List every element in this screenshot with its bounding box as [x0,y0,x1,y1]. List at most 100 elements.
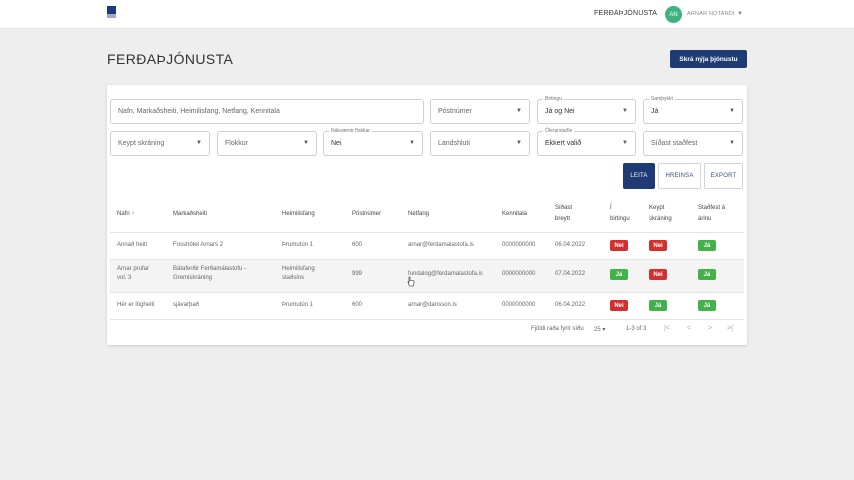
status-badge: Já [610,269,628,280]
category-select[interactable]: Flokkur ▼ [217,131,317,156]
column-header-email[interactable]: Netfang [408,209,429,220]
cell-email: fundalog@ferdamalastofa.is [408,271,483,277]
page-title: FERÐAÞJÓNUSTA [107,51,234,67]
cell-name: Annað heiti [117,242,148,248]
chevron-down-icon: ▼ [516,140,522,146]
status-value: Ekkert valið [545,140,582,147]
user-name[interactable]: ARNAR NOTANDI [687,11,735,17]
cell-ssn: 0000000000 [502,302,536,308]
last-confirmed-select[interactable]: Síðast staðfest ▼ [643,131,743,156]
cell-postal: 999 [352,271,363,277]
previous-page-icon[interactable]: < [687,325,691,332]
cell-ssn: 0000000000 [502,271,536,277]
divider [110,232,744,233]
cell-email: arnar@ferdamalastofa.is [408,242,474,248]
column-header-postal[interactable]: Póstnúmer [352,209,381,220]
chevron-down-icon[interactable]: ▼ [737,11,743,17]
column-header-address[interactable]: Heimilisfang [282,209,315,220]
search-button[interactable]: LEITA [623,163,655,189]
cell-address: Heimilisfang staðsins [282,266,315,281]
bought-placeholder: Keypt skráning [118,140,165,147]
next-page-icon[interactable]: > [708,325,712,332]
cell-address: Þrumutún 1 [282,242,314,248]
column-header-published[interactable]: Íbirtingu [610,203,630,225]
chevron-down-icon: ▾ [602,327,606,333]
bought-select[interactable]: Keypt skráning ▼ [110,131,210,156]
subcategory-value: Nei [331,140,342,147]
cell-updated: 07.04.2022 [555,271,586,277]
cell-postal: 600 [352,302,363,308]
published-select[interactable]: Birtingu Já og Nei ▼ [537,96,636,124]
status-badge: Nei [649,269,667,280]
chevron-down-icon: ▼ [622,140,628,146]
column-header-updated[interactable]: Síðast breytt [555,203,572,225]
published-value: Já og Nei [545,108,575,115]
cell-postal: 600 [352,242,363,248]
chevron-down-icon: ▼ [409,140,415,146]
status-badge: Já [698,300,716,311]
cell-brand: Bátaferðir Ferðamálastofu - Gremiskráning [173,266,247,281]
table-row[interactable]: Arnar prufar vol. 3 Bátaferðir Ferðamálas… [110,260,744,292]
column-header-brand[interactable]: Markaðsheiti [173,209,207,220]
region-placeholder: Landshluti [438,140,470,147]
divider [110,319,744,320]
subcategory-select[interactable]: Nákvæmir flokkar Nei ▼ [323,128,423,156]
hand-cursor-icon [407,276,415,287]
status-badge: Nei [610,240,628,251]
divider [110,292,744,293]
cell-name: Hér er lögheiti [117,302,155,308]
column-header-ssn[interactable]: Kennitala [502,209,527,220]
column-header-name[interactable]: Nafn ↑ [117,209,134,220]
cell-name: Arnar prufar vol. 3 [117,266,150,281]
column-header-bought[interactable]: Keypt skráning [649,203,672,225]
last-confirmed-placeholder: Síðast staðfest [651,140,698,147]
cell-updated: 06.04.2022 [555,302,586,308]
published-label: Birtingu [543,96,564,102]
status-label: Ölerarstaðle [543,128,575,134]
pagination-range: 1-3 of 3 [626,326,647,332]
add-service-button[interactable]: Skrá nýja þjónustu [670,50,747,68]
chevron-down-icon: ▼ [729,140,735,146]
export-button[interactable]: EXPORT [704,163,743,189]
cell-email: arnar@dansson.is [408,302,457,308]
first-page-icon[interactable]: |< [664,325,670,332]
status-badge: Já [698,240,716,251]
chevron-down-icon: ▼ [622,108,628,114]
logo[interactable] [107,6,116,18]
avatar-initials: AN [669,11,678,18]
confirmed-select[interactable]: Samþykkt Já ▼ [643,96,743,124]
cell-address: Þrumutún 1 [282,302,314,308]
confirmed-value: Já [651,108,659,115]
sort-arrow-icon[interactable]: ↑ [131,211,134,217]
clear-button[interactable]: HREINSA [658,163,701,189]
status-badge: Já [698,269,716,280]
chevron-down-icon: ▼ [516,108,522,114]
cell-ssn: 0000000000 [502,242,536,248]
chevron-down-icon: ▼ [303,140,309,146]
rows-per-page-select[interactable]: 25 ▾ [594,326,605,333]
status-badge: Nei [649,240,667,251]
nav-link-ferdathjonusta[interactable]: FERÐAÞJÓNUSTA [594,10,657,17]
category-placeholder: Flokkur [225,140,248,147]
confirmed-label: Samþykkt [649,96,675,102]
search-input[interactable]: Nafn, Markaðsheiti, Heimilisfang, Netfan… [110,99,424,124]
chevron-down-icon: ▼ [729,108,735,114]
subcategory-label: Nákvæmir flokkar [329,128,372,134]
top-bar: FERÐAÞJÓNUSTA AN ARNAR NOTANDI ▼ [0,0,854,29]
status-badge: Nei [610,300,628,311]
avatar[interactable]: AN [665,6,682,23]
rows-per-page-label: Fjöldi raða fyrir síðu [531,326,584,332]
last-page-icon[interactable]: >| [727,325,733,332]
status-badge: Já [649,300,667,311]
status-select[interactable]: Ölerarstaðle Ekkert valið ▼ [537,128,636,156]
cell-brand: sjávarþað [173,302,200,308]
cell-updated: 06.04.2022 [555,242,586,248]
column-header-confirmed[interactable]: Staðfest á árinu [698,203,725,225]
chevron-down-icon: ▼ [196,140,202,146]
cell-brand: Fosshótel Arnars 2 [173,242,224,248]
postal-select[interactable]: Póstnúmer ▼ [430,99,530,124]
services-card: Nafn, Markaðsheiti, Heimilisfang, Netfan… [107,85,747,345]
postal-placeholder: Póstnúmer [438,108,472,115]
region-select[interactable]: Landshluti ▼ [430,131,530,156]
search-placeholder: Nafn, Markaðsheiti, Heimilisfang, Netfan… [118,108,280,115]
